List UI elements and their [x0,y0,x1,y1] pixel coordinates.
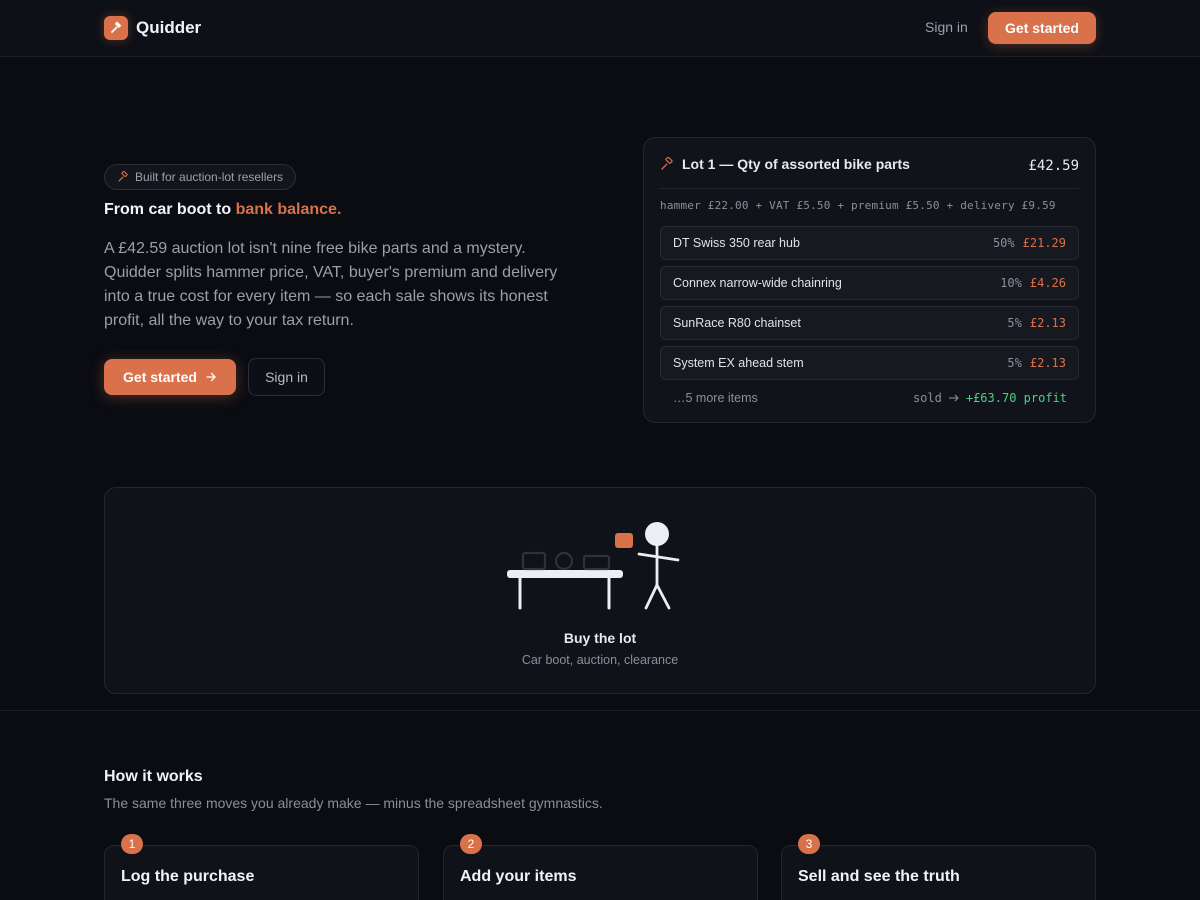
nav-signin-link[interactable]: Sign in [925,19,968,35]
lot-sold-label: sold [912,391,942,405]
lot-preview-card: Lot 1 — Qty of assorted bike parts £42.5… [643,137,1096,423]
brand[interactable]: Quidder [104,16,201,40]
lot-item-name: DT Swiss 350 rear hub [673,236,800,250]
lot-more-items: …5 more items [673,391,758,405]
hero-get-started-button[interactable]: Get started [104,359,236,395]
lot-item-name: Connex narrow-wide chainring [673,276,842,290]
step-card-1: Log the purchase [104,845,419,900]
lot-sold-summary: sold +£63.70 profit [913,391,1067,405]
lot-item-row[interactable]: System EX ahead stem 5% £2.13 [660,346,1079,380]
hero-signin-button[interactable]: Sign in [248,358,325,396]
step-number-badge: 3 [798,834,820,854]
lot-item-list: DT Swiss 350 rear hub 50% £21.29 Connex n… [660,226,1079,386]
nav-get-started-button[interactable]: Get started [988,12,1096,44]
step-title: Add your items [460,868,577,885]
section-divider [0,710,1200,711]
lot-item-row[interactable]: SunRace R80 chainset 5% £2.13 [660,306,1079,340]
hero-title: From car boot to bank balance. [104,201,341,219]
lot-item-share: 5% [1007,316,1022,330]
lot-item-share: 10% [1000,276,1022,290]
hero-pill-text: Built for auction-lot resellers [135,170,284,184]
step-card-3: Sell and see the truth [781,845,1096,900]
lot-item-name: System EX ahead stem [673,356,804,370]
lot-item-cost: £21.29 [1022,236,1066,250]
lot-title: Lot 1 — Qty of assorted bike parts [682,156,910,172]
step-title: Sell and see the truth [798,868,960,885]
lot-item-share: 5% [1007,356,1022,370]
lot-header: Lot 1 — Qty of assorted bike parts [660,156,910,172]
hero-get-started-label: Get started [123,369,197,385]
step-number-badge: 1 [121,834,143,854]
illustration-title: Buy the lot [563,630,637,646]
lot-cost-breakdown: hammer £22.00 + VAT £5.50 + premium £5.5… [660,199,1056,212]
arrow-right-icon [948,394,959,402]
top-nav: Quidder Sign in Get started [0,0,1200,57]
step-card-2: Add your items [443,845,758,900]
lot-item-cost: £2.13 [1029,356,1066,370]
gavel-icon [118,171,128,182]
hero-pill-badge: Built for auction-lot resellers [104,164,297,190]
lot-item-cost: £2.13 [1029,316,1066,330]
arrow-right-icon [206,372,216,382]
lot-item-name: SunRace R80 chainset [673,316,801,330]
lot-item-cost: £4.26 [1029,276,1066,290]
lot-item-row[interactable]: DT Swiss 350 rear hub 50% £21.29 [660,226,1079,260]
gavel-icon [661,157,673,170]
hero-title-accent: bank balance. [235,201,342,218]
illustration-subtitle: Car boot, auction, clearance [521,653,679,667]
lot-total: £42.59 [1028,158,1079,174]
step-title: Log the purchase [121,868,255,885]
car-boot-seller-illustration [507,522,680,610]
lot-item-share: 50% [992,236,1015,250]
gavel-logo-icon [104,16,128,40]
buy-the-lot-card: Buy the lot Car boot, auction, clearance [104,487,1096,694]
hero-title-main: From car boot to [104,201,236,218]
how-it-works-title: How it works [104,768,203,785]
lot-profit: +£63.70 profit [965,391,1067,405]
how-it-works-subtitle: The same three moves you already make — … [104,795,603,811]
step-number-badge: 2 [460,834,482,854]
brand-name: Quidder [136,18,202,37]
lot-item-row[interactable]: Connex narrow-wide chainring 10% £4.26 [660,266,1079,300]
hero-description: A £42.59 auction lot isn't nine free bik… [104,240,558,329]
lot-divider [660,188,1079,189]
